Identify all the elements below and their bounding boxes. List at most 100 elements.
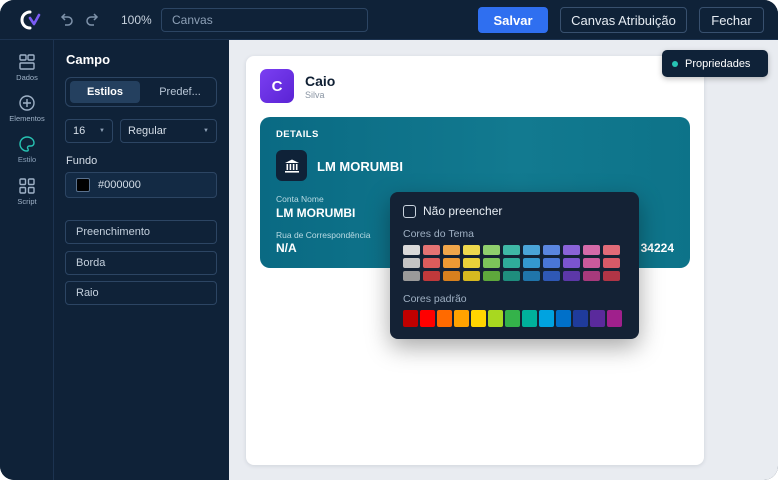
- theme-color-swatch[interactable]: [543, 258, 560, 268]
- undo-icon[interactable]: [57, 11, 75, 29]
- panel-title: Campo: [66, 52, 111, 67]
- theme-color-swatch[interactable]: [443, 271, 460, 281]
- font-weight-value: Regular: [128, 125, 167, 137]
- theme-color-swatch[interactable]: [463, 258, 480, 268]
- theme-color-swatch[interactable]: [583, 258, 600, 268]
- theme-color-swatch[interactable]: [543, 245, 560, 255]
- theme-color-swatch[interactable]: [443, 245, 460, 255]
- details-title: DETAILS: [276, 129, 319, 140]
- theme-color-swatch[interactable]: [503, 245, 520, 255]
- theme-color-swatch[interactable]: [563, 245, 580, 255]
- grid-icon: [18, 177, 36, 195]
- theme-color-swatch[interactable]: [523, 271, 540, 281]
- account-value: LM MORUMBI: [276, 206, 356, 220]
- app-window: 100% Canvas Salvar Canvas Atribuição Fec…: [0, 0, 778, 480]
- address-label: Rua de Correspondência: [276, 230, 371, 240]
- standard-color-swatch[interactable]: [573, 310, 588, 327]
- canvas-attribution-button[interactable]: Canvas Atribuição: [560, 7, 687, 33]
- theme-color-swatch[interactable]: [443, 258, 460, 268]
- theme-color-swatch[interactable]: [423, 258, 440, 268]
- theme-color-swatch[interactable]: [483, 258, 500, 268]
- status-dot-icon: [672, 60, 678, 67]
- rail-item-elementos[interactable]: Elementos: [0, 94, 54, 123]
- style-tabs: Estilos Predef...: [65, 77, 217, 107]
- standard-color-swatch[interactable]: [454, 310, 469, 327]
- partial-value: 34224: [640, 241, 674, 255]
- no-fill-option[interactable]: Não preencher: [403, 204, 502, 218]
- theme-color-swatch[interactable]: [563, 258, 580, 268]
- color-swatch: [76, 178, 90, 192]
- rail-item-script[interactable]: Script: [0, 177, 54, 206]
- app-logo[interactable]: [16, 8, 44, 32]
- standard-color-swatch[interactable]: [505, 310, 520, 327]
- theme-color-swatch[interactable]: [503, 258, 520, 268]
- standard-color-swatch[interactable]: [539, 310, 554, 327]
- properties-toggle[interactable]: Propriedades: [662, 50, 768, 77]
- plus-circle-icon: [18, 94, 36, 112]
- background-label: Fundo: [66, 155, 98, 167]
- bank-icon: [276, 150, 307, 181]
- theme-color-swatch[interactable]: [543, 271, 560, 281]
- bank-name: LM MORUMBI: [317, 159, 403, 174]
- border-field[interactable]: Borda: [65, 251, 217, 275]
- no-fill-label: Não preencher: [423, 204, 503, 218]
- theme-color-swatch[interactable]: [463, 245, 480, 255]
- theme-color-swatch[interactable]: [603, 245, 620, 255]
- standard-color-swatch[interactable]: [522, 310, 537, 327]
- theme-color-swatch[interactable]: [583, 245, 600, 255]
- rail-label: Elementos: [9, 114, 45, 123]
- theme-colors-label: Cores do Tema: [403, 228, 475, 240]
- theme-color-swatch[interactable]: [483, 245, 500, 255]
- theme-color-swatch[interactable]: [603, 271, 620, 281]
- chevron-down-icon: ▼: [203, 128, 209, 134]
- address-value: N/A: [276, 241, 297, 255]
- theme-color-swatch[interactable]: [423, 271, 440, 281]
- properties-label: Propriedades: [685, 57, 751, 70]
- theme-color-swatch[interactable]: [483, 271, 500, 281]
- theme-color-swatch[interactable]: [583, 271, 600, 281]
- save-button[interactable]: Salvar: [478, 7, 548, 33]
- redo-icon[interactable]: [84, 11, 102, 29]
- font-weight-select[interactable]: Regular ▼: [120, 119, 217, 143]
- profile-surname: Silva: [305, 90, 325, 100]
- theme-color-swatch[interactable]: [463, 271, 480, 281]
- standard-color-swatch[interactable]: [590, 310, 605, 327]
- standard-color-swatch[interactable]: [556, 310, 571, 327]
- theme-color-swatch[interactable]: [523, 245, 540, 255]
- theme-color-swatch[interactable]: [523, 258, 540, 268]
- theme-color-swatch[interactable]: [403, 258, 420, 268]
- rail-item-dados[interactable]: Dados: [0, 53, 54, 82]
- palette-icon: [18, 135, 36, 153]
- theme-color-swatch[interactable]: [503, 271, 520, 281]
- background-color-value: #000000: [98, 179, 141, 191]
- rail-item-estilo[interactable]: Estilo: [0, 135, 54, 164]
- top-bar: 100% Canvas Salvar Canvas Atribuição Fec…: [0, 0, 778, 40]
- standard-color-swatch[interactable]: [403, 310, 418, 327]
- background-color-field[interactable]: #000000: [65, 172, 217, 198]
- canvas-name-input[interactable]: Canvas: [161, 8, 368, 32]
- theme-color-swatch[interactable]: [603, 258, 620, 268]
- color-picker-popover: Não preencher Cores do Tema Cores padrão: [390, 192, 639, 339]
- account-label: Conta Nome: [276, 194, 324, 204]
- chevron-down-icon: ▼: [99, 128, 105, 134]
- standard-color-swatch[interactable]: [488, 310, 503, 327]
- tab-estilos[interactable]: Estilos: [70, 81, 140, 103]
- checkbox[interactable]: [403, 204, 416, 218]
- font-size-select[interactable]: 16 ▼: [65, 119, 113, 143]
- radius-field[interactable]: Raio: [65, 281, 217, 305]
- standard-color-swatch[interactable]: [420, 310, 435, 327]
- theme-color-swatch[interactable]: [563, 271, 580, 281]
- standard-color-swatch[interactable]: [471, 310, 486, 327]
- zoom-level[interactable]: 100%: [121, 13, 152, 27]
- theme-color-swatch[interactable]: [423, 245, 440, 255]
- fill-field[interactable]: Preenchimento: [65, 220, 217, 244]
- theme-color-swatch[interactable]: [403, 245, 420, 255]
- theme-color-swatch[interactable]: [403, 271, 420, 281]
- icon-rail: Dados Elementos Estilo Script: [0, 40, 54, 480]
- standard-color-swatch[interactable]: [437, 310, 452, 327]
- layout-icon: [18, 53, 36, 71]
- rail-label: Dados: [16, 73, 38, 82]
- tab-predefinicoes[interactable]: Predef...: [146, 81, 214, 103]
- standard-color-swatch[interactable]: [607, 310, 622, 327]
- close-button[interactable]: Fechar: [699, 7, 764, 33]
